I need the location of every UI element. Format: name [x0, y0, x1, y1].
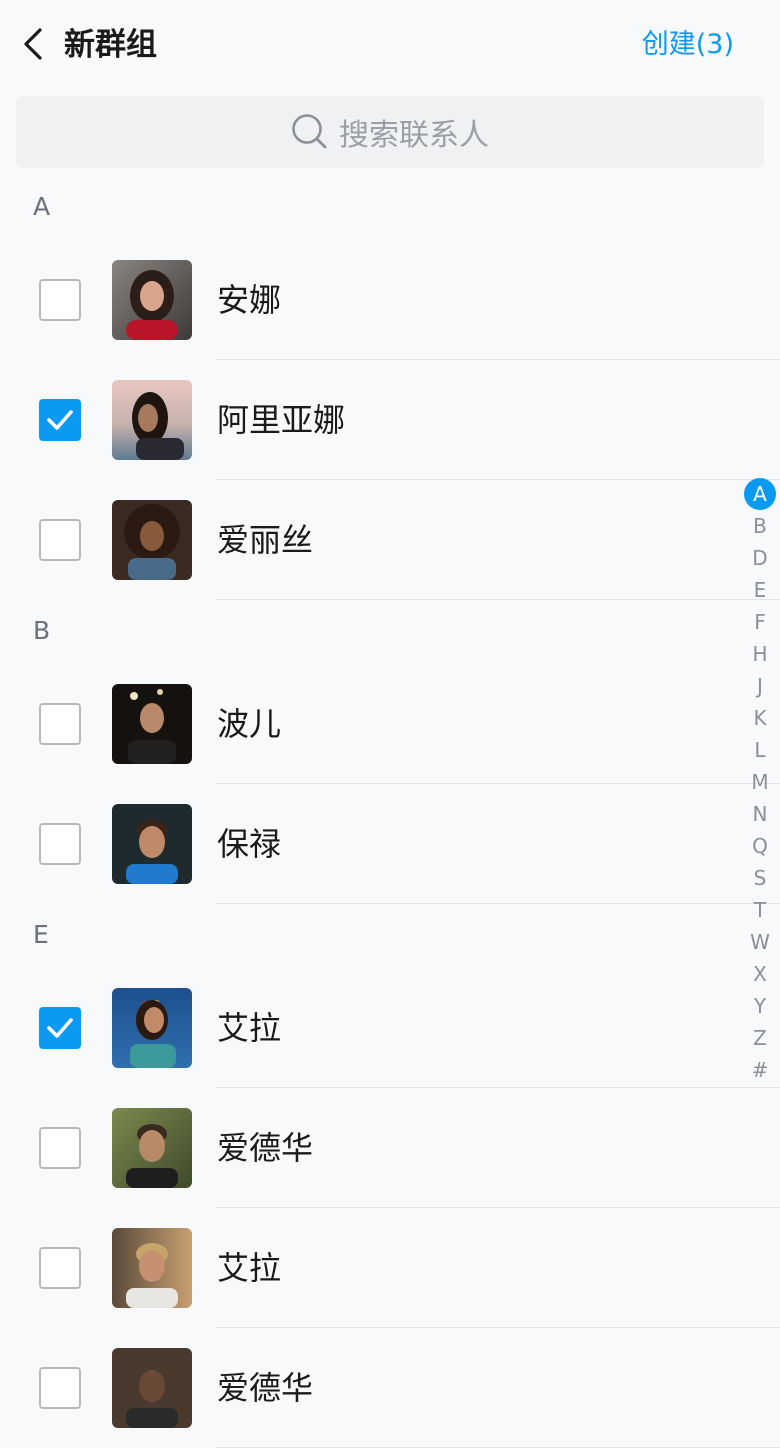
avatar — [112, 380, 192, 460]
index-letter[interactable]: L — [744, 734, 776, 766]
contact-row[interactable]: 爱德华 — [0, 1088, 780, 1208]
alphabet-index[interactable]: A B D E F H J K L M N Q S T W X Y Z # — [742, 478, 778, 1086]
section-header-e: E — [33, 920, 49, 949]
avatar — [112, 804, 192, 884]
back-arrow-icon[interactable] — [18, 24, 52, 64]
avatar — [112, 1108, 192, 1188]
top-bar: 新群组 创建(3) — [0, 0, 780, 90]
index-letter[interactable]: W — [744, 926, 776, 958]
create-button[interactable]: 创建(3) — [642, 24, 734, 66]
index-letter[interactable]: T — [744, 894, 776, 926]
contact-name: 阿里亚娜 — [217, 401, 346, 439]
contact-name: 保禄 — [217, 825, 282, 863]
index-letter[interactable]: K — [744, 702, 776, 734]
contact-row[interactable]: 安娜 — [0, 240, 780, 360]
search-bar[interactable]: 搜索联系人 — [16, 96, 764, 168]
contact-row[interactable]: 艾拉 — [0, 1208, 780, 1328]
index-letter[interactable]: J — [744, 670, 776, 702]
index-letter[interactable]: E — [744, 574, 776, 606]
index-letter[interactable]: F — [744, 606, 776, 638]
index-letter[interactable]: M — [744, 766, 776, 798]
search-placeholder: 搜索联系人 — [339, 118, 489, 153]
checkbox-checked[interactable] — [39, 1007, 81, 1049]
avatar — [112, 500, 192, 580]
contact-row[interactable]: 保禄 — [0, 784, 780, 904]
index-letter[interactable]: D — [744, 542, 776, 574]
avatar — [112, 1348, 192, 1428]
index-letter[interactable]: Q — [744, 830, 776, 862]
contact-name: 安娜 — [217, 281, 282, 319]
index-letter[interactable]: # — [744, 1054, 776, 1086]
index-letter[interactable]: A — [744, 478, 776, 510]
checkbox-unchecked[interactable] — [39, 519, 81, 561]
checkbox-unchecked[interactable] — [39, 1127, 81, 1169]
contact-name: 艾拉 — [217, 1249, 282, 1287]
search-icon — [292, 114, 327, 149]
contact-row[interactable]: 阿里亚娜 — [0, 360, 780, 480]
avatar — [112, 260, 192, 340]
checkbox-unchecked[interactable] — [39, 1367, 81, 1409]
index-letter[interactable]: S — [744, 862, 776, 894]
avatar — [112, 988, 192, 1068]
contact-name: 爱德华 — [217, 1129, 314, 1167]
index-letter[interactable]: H — [744, 638, 776, 670]
checkbox-unchecked[interactable] — [39, 279, 81, 321]
contact-row[interactable]: 爱丽丝 — [0, 480, 780, 600]
checkbox-unchecked[interactable] — [39, 703, 81, 745]
page-title: 新群组 — [64, 27, 157, 63]
checkbox-unchecked[interactable] — [39, 1247, 81, 1289]
index-letter[interactable]: Z — [744, 1022, 776, 1054]
checkbox-unchecked[interactable] — [39, 823, 81, 865]
checkbox-checked[interactable] — [39, 399, 81, 441]
contact-row[interactable]: 艾拉 — [0, 968, 780, 1088]
divider — [216, 599, 780, 600]
contact-row[interactable]: 爱德华 — [0, 1328, 780, 1448]
divider — [216, 903, 780, 904]
avatar — [112, 684, 192, 764]
check-icon — [47, 410, 73, 430]
contact-name: 爱丽丝 — [217, 521, 314, 559]
index-letter[interactable]: N — [744, 798, 776, 830]
section-header-b: B — [33, 616, 51, 645]
avatar — [112, 1228, 192, 1308]
index-letter[interactable]: B — [744, 510, 776, 542]
check-icon — [47, 1018, 73, 1038]
index-letter[interactable]: Y — [744, 990, 776, 1022]
index-letter[interactable]: X — [744, 958, 776, 990]
contact-name: 爱德华 — [217, 1369, 314, 1407]
contact-name: 艾拉 — [217, 1009, 282, 1047]
contact-name: 波儿 — [217, 705, 282, 743]
contact-row[interactable]: 波儿 — [0, 664, 780, 784]
section-header-a: A — [33, 192, 51, 221]
